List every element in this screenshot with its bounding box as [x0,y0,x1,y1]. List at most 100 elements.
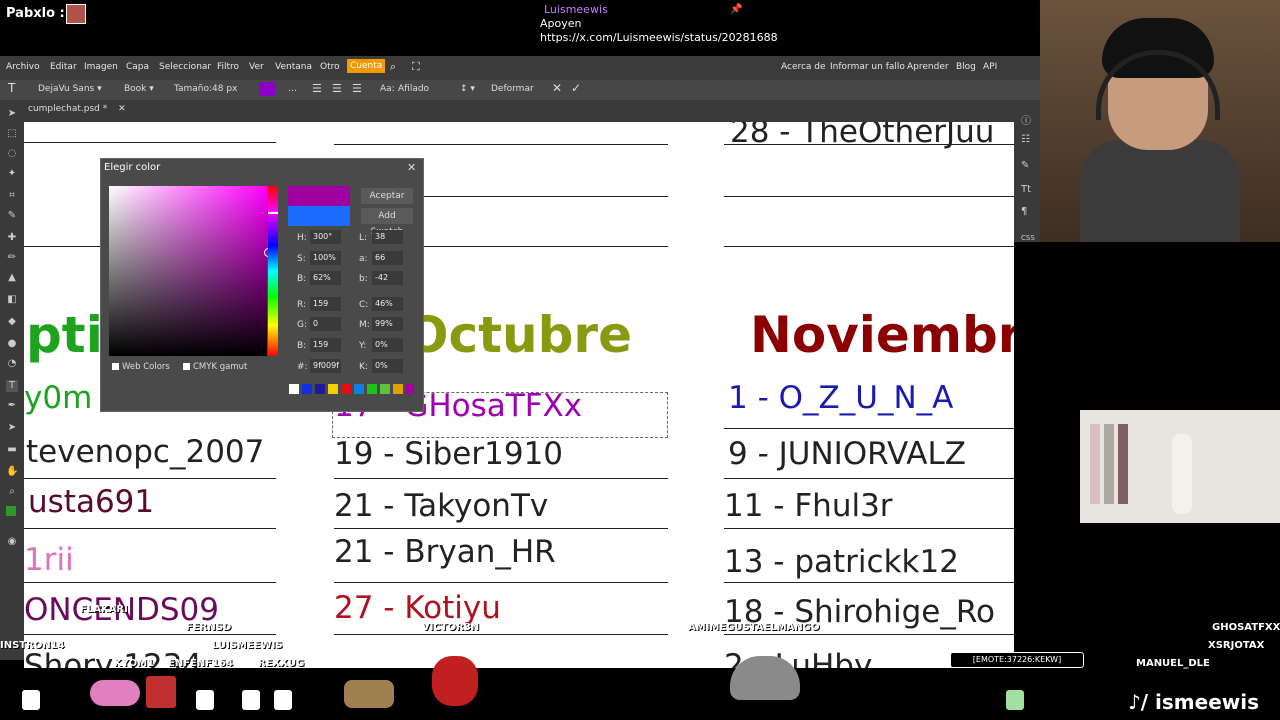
viewer-name: KYOM1 [114,658,155,669]
stamp-tool-icon[interactable]: ▲ [6,272,18,284]
fullscreen-icon[interactable]: ⛶ [412,60,420,74]
hex-input[interactable]: 9f009f [310,359,341,373]
hue-handle[interactable] [268,212,278,214]
mask-icon[interactable]: ◉ [6,536,18,548]
marquee-tool-icon[interactable]: ⬚ [6,128,18,140]
palette-swatch[interactable] [380,384,390,394]
web-colors-checkbox[interactable]: Web Colors [112,362,170,372]
search-icon[interactable]: ⌕ [390,60,396,74]
text-color-swatch[interactable] [259,82,275,96]
menu-archivo[interactable]: Archivo [6,62,40,72]
pen-tool-icon[interactable]: ✒ [6,400,18,412]
blur-tool-icon[interactable]: ● [6,338,18,350]
css-icon[interactable]: CSS [1021,234,1035,242]
cancel-icon[interactable]: ✕ [552,81,562,95]
field-a[interactable]: 66 [372,251,403,265]
menu-otro[interactable]: Otro [320,62,340,72]
palette-swatch[interactable] [289,384,299,394]
style-select[interactable]: Book ▾ [124,84,154,94]
field-h[interactable]: 300° [310,230,341,244]
dodge-tool-icon[interactable]: ◔ [6,358,18,370]
align-left-icon[interactable]: ☰ [312,82,322,95]
field-c[interactable]: 46% [372,297,403,311]
palette-swatch[interactable] [328,384,338,394]
aa-select[interactable]: Afilado [398,84,429,94]
field-y[interactable]: 0% [372,338,403,352]
stream-bottom-bar [0,668,1280,720]
heal-tool-icon[interactable]: ✚ [6,232,18,244]
menu-informar[interactable]: Informar un fallo [830,62,905,72]
crop-tool-icon[interactable]: ⌗ [6,190,18,202]
palette-swatch[interactable] [406,384,414,394]
field-b[interactable]: 62% [310,271,341,285]
person-figure [1172,434,1192,514]
field-r[interactable]: 159 [310,297,341,311]
saturation-brightness-field[interactable] [109,186,267,356]
menu-api[interactable]: API [983,62,997,72]
old-color-preview [288,206,350,226]
field-label-h: H: [297,233,307,243]
accept-button[interactable]: Aceptar [361,188,413,204]
menu-filtro[interactable]: Filtro [217,62,239,72]
menu-blog[interactable]: Blog [956,62,976,72]
wand-tool-icon[interactable]: ✦ [6,168,18,180]
field-label-s: S: [297,254,306,264]
type-tool-icon[interactable]: T [6,380,18,392]
hand-tool-icon[interactable]: ✋ [6,466,18,478]
shape-tool-icon[interactable]: ▬ [6,444,18,456]
deform-button[interactable]: Deformar [491,84,534,94]
field-g[interactable]: 0 [310,317,341,331]
field-lab-b[interactable]: -42 [372,271,403,285]
more-icon[interactable]: … [288,84,297,94]
field-s[interactable]: 100% [310,251,341,265]
eraser-tool-icon[interactable]: ◧ [6,294,18,306]
menu-aprender[interactable]: Aprender [907,62,949,72]
brush-tool-icon[interactable]: ✏ [6,252,18,264]
field-k[interactable]: 0% [372,359,403,373]
field-m[interactable]: 99% [372,317,403,331]
palette-swatch[interactable] [354,384,364,394]
close-icon[interactable]: ✕ [407,161,416,174]
zoom-tool-icon[interactable]: ⌕ [6,486,18,498]
field-blue[interactable]: 159 [310,338,341,352]
close-tab-icon[interactable]: ✕ [118,104,126,114]
align-right-icon[interactable]: ☰ [352,82,362,95]
character-icon[interactable]: Tt [1021,184,1031,195]
path-select-tool-icon[interactable]: ➤ [6,422,18,434]
palette-swatch[interactable] [302,384,312,394]
menu-capa[interactable]: Capa [126,62,149,72]
palette-swatch[interactable] [367,384,377,394]
size-input[interactable]: 48 px [212,84,237,94]
palette-swatch[interactable] [341,384,351,394]
chat-link[interactable]: https://x.com/Luismeewis/status/20281688 [540,31,778,44]
menu-acerca[interactable]: Acerca de [781,62,826,72]
cmyk-gamut-checkbox[interactable]: CMYK gamut [183,362,247,372]
document-tab[interactable]: cumplechat.psd * ✕ [28,104,126,114]
menu-imagen[interactable]: Imagen [84,62,118,72]
lasso-tool-icon[interactable]: ◌ [6,148,18,160]
menu-cuenta[interactable]: Cuenta [347,59,386,73]
menu-ver[interactable]: Ver [249,62,264,72]
menu-seleccionar[interactable]: Seleccionar [159,62,211,72]
fill-tool-icon[interactable]: ◆ [6,316,18,328]
font-select[interactable]: DejaVu Sans ▾ [38,84,102,94]
field-l[interactable]: 38 [372,230,403,244]
line-height-select[interactable]: ↕ ▾ [460,84,475,94]
properties-icon[interactable]: ☷ [1021,134,1030,145]
brush-panel-icon[interactable]: ✎ [1021,160,1029,171]
align-center-icon[interactable]: ☰ [332,82,342,95]
palette-swatch[interactable] [393,384,403,394]
foreground-color[interactable] [6,506,16,516]
palette-swatch[interactable] [315,384,325,394]
emote-label: [EMOTE:37226:KEKW] [950,652,1084,668]
text-tool-icon[interactable]: T [8,81,15,95]
paragraph-icon[interactable]: ¶ [1021,206,1027,217]
move-tool-icon[interactable]: ➤ [6,108,18,120]
viewer-name: FLAKARI [80,604,128,615]
menu-editar[interactable]: Editar [50,62,77,72]
add-swatch-button[interactable]: Add Swatch [361,208,413,237]
menu-ventana[interactable]: Ventana [275,62,312,72]
eyedropper-tool-icon[interactable]: ✎ [6,210,18,222]
info-icon[interactable]: ⓘ [1021,112,1031,127]
confirm-icon[interactable]: ✓ [571,81,581,95]
